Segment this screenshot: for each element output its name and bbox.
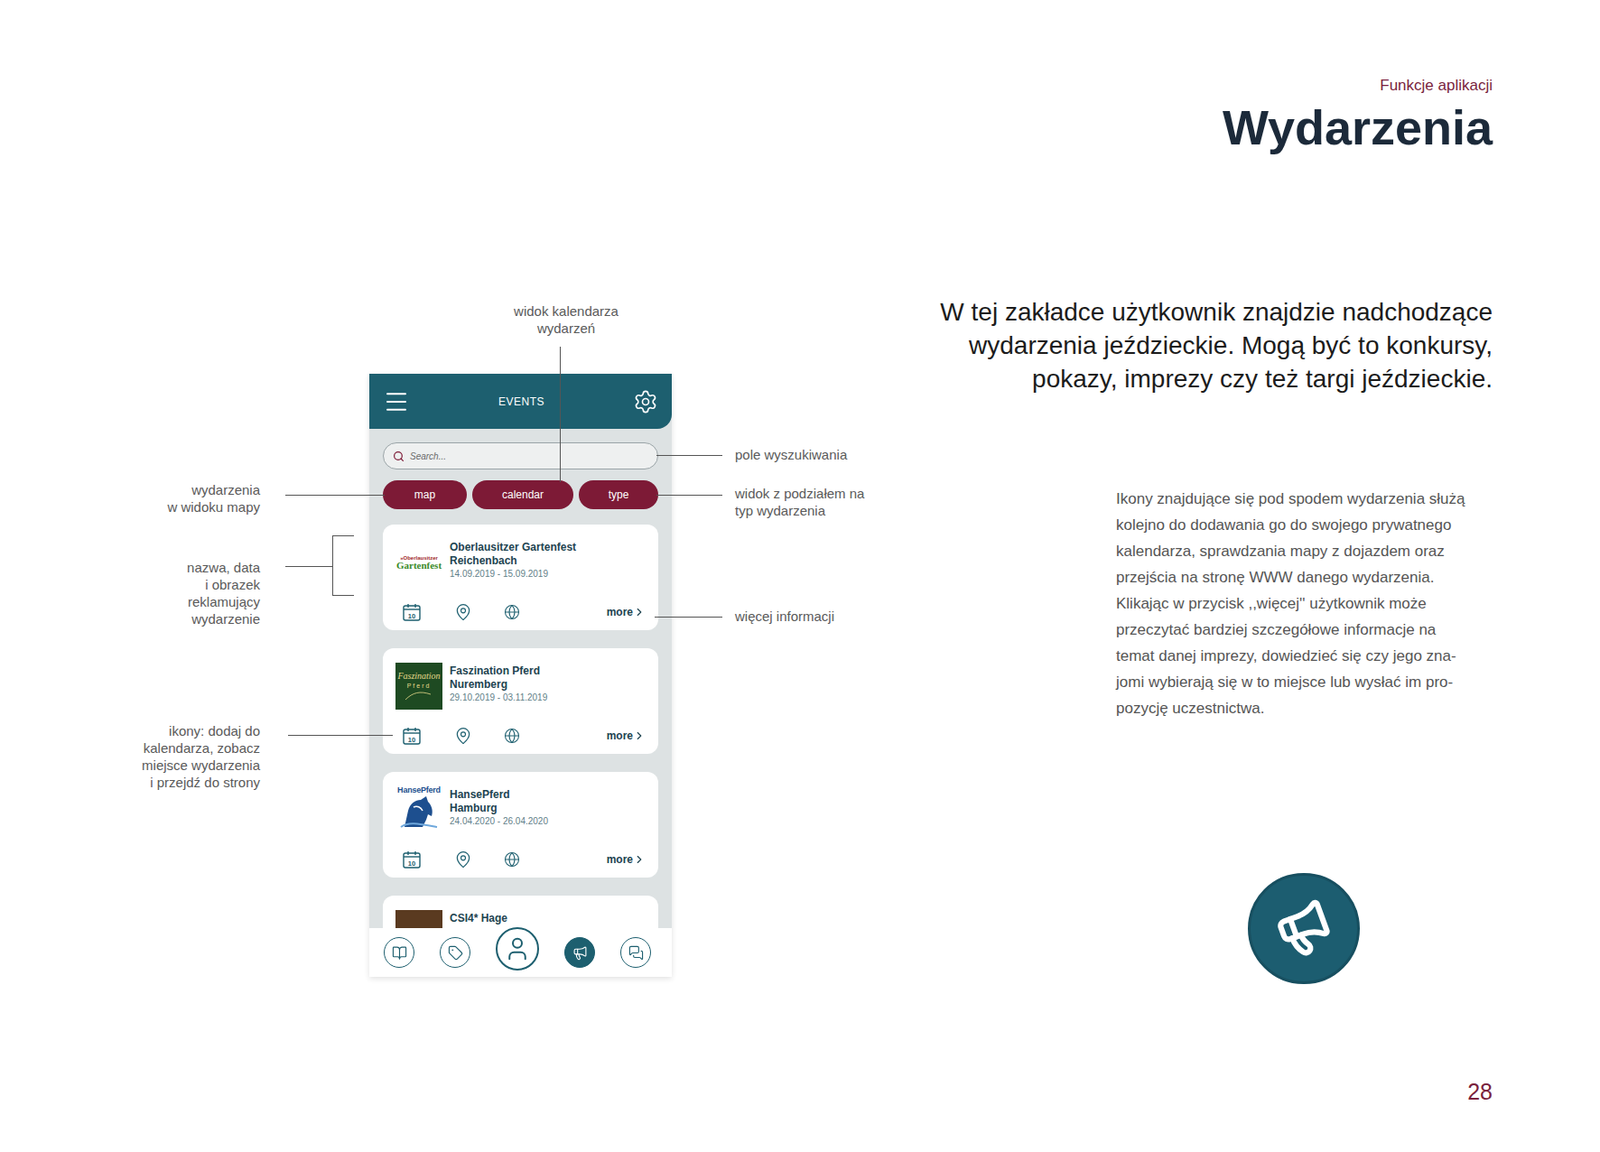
- megaphone-icon: [1267, 893, 1340, 965]
- page-number: 28: [1467, 1078, 1493, 1106]
- event-dates: 14.09.2019 - 15.09.2019: [449, 567, 577, 581]
- chevron-right-icon: [632, 729, 646, 743]
- callout-line: [332, 535, 354, 537]
- chat-icon: [628, 945, 644, 961]
- horse-line-icon: [403, 688, 435, 702]
- event-city: Reichenbach: [449, 554, 577, 568]
- section-label: Funkcje aplikacji: [1379, 75, 1493, 96]
- event-name: Faszination Pferd: [449, 664, 548, 679]
- event-name: CSI4* Hage: [449, 910, 508, 926]
- callout-line: [285, 494, 385, 496]
- svg-text:10: 10: [408, 612, 416, 621]
- search-field[interactable]: Search...: [382, 442, 659, 470]
- event-card[interactable]: FaszinationPferd Faszination PferdNurembe…: [382, 648, 659, 754]
- phone-mockup: EVENTS Search... mapcalendartype »Oberlausi…: [369, 373, 672, 977]
- more-button[interactable]: more: [606, 604, 646, 621]
- page-header: Funkcje aplikacji Wydarzenia: [0, 0, 1600, 155]
- map-pin-icon[interactable]: [454, 850, 473, 869]
- page-title: Wydarzenia: [1222, 100, 1493, 155]
- svg-text:10: 10: [408, 735, 416, 745]
- calendar-icon[interactable]: 10: [401, 725, 422, 746]
- page-footer: 28: [0, 1078, 1600, 1106]
- bottom-nav: [369, 928, 672, 977]
- gear-icon[interactable]: [632, 389, 659, 415]
- callout-icons: ikony: dodaj dokalendarza, zobaczmiejsce…: [141, 722, 261, 791]
- callout-card: nazwa, datai obrazekreklamującywydarzeni…: [186, 558, 261, 628]
- event-photo: [395, 910, 443, 929]
- chevron-right-icon: [632, 853, 646, 866]
- intro-headline: W tej zakładce użytkownik znajdzie nadch…: [939, 295, 1493, 396]
- callout-type: widok z podziałem natyp wydarzenia: [734, 484, 865, 520]
- horse-icon: [399, 794, 439, 829]
- globe-icon[interactable]: [503, 727, 521, 745]
- globe-icon[interactable]: [503, 851, 521, 868]
- nav-chat[interactable]: [620, 937, 652, 968]
- event-dates: 24.04.2020 - 26.04.2020: [449, 815, 549, 828]
- app-diagram: EVENTS Search... mapcalendartype »Oberlausi…: [117, 297, 840, 985]
- callout-calendar: widok kalendarzawydarzeń: [493, 302, 639, 337]
- map-pin-icon[interactable]: [454, 603, 473, 622]
- description: W tej zakładce użytkownik znajdzie nadch…: [839, 297, 1600, 985]
- event-dates: 29.10.2019 - 03.11.2019: [449, 691, 548, 705]
- nav-events[interactable]: [564, 937, 596, 968]
- intro-paragraph: Ikony znajdujące się pod spodem wydarzen…: [1116, 485, 1493, 722]
- event-name: HansePferd: [449, 788, 549, 802]
- callout-line: [656, 455, 723, 456]
- app-header: EVENTS: [369, 373, 672, 429]
- event-card[interactable]: HansePferdHansePferdHamburg24.04.2020 - …: [382, 772, 659, 878]
- callout-map: wydarzeniaw widoku mapy: [167, 481, 261, 516]
- header-title: EVENTS: [409, 393, 633, 410]
- filter-button[interactable]: map: [382, 480, 467, 510]
- guide-icon: [391, 945, 408, 961]
- calendar-icon[interactable]: 10: [401, 602, 422, 623]
- offers-icon: [447, 945, 464, 961]
- svg-text:10: 10: [408, 859, 416, 868]
- event-logo: HansePferd: [395, 786, 443, 834]
- nav-guide[interactable]: [383, 937, 415, 968]
- callout-line: [332, 535, 334, 596]
- event-city: Hamburg: [449, 801, 549, 816]
- events-icon: [572, 945, 588, 961]
- event-city: Nuremberg: [449, 678, 548, 692]
- callout-line: [559, 346, 561, 483]
- more-button[interactable]: more: [606, 727, 646, 745]
- callout-line: [285, 566, 333, 568]
- callout-line: [332, 595, 354, 596]
- callout-search: pole wyszukiwania: [734, 446, 847, 464]
- callout-more: więcej informacji: [734, 607, 835, 625]
- calendar-icon[interactable]: 10: [401, 849, 422, 870]
- page-body: EVENTS Search... mapcalendartype »Oberlausi…: [0, 297, 1600, 985]
- event-name: Oberlausitzer Gartenfest: [449, 540, 577, 555]
- map-pin-icon[interactable]: [454, 726, 473, 745]
- profile-icon: [503, 935, 531, 963]
- callout-line: [656, 494, 723, 496]
- more-button[interactable]: more: [606, 851, 646, 868]
- nav-profile[interactable]: [495, 927, 540, 971]
- chevron-right-icon: [632, 605, 646, 619]
- events-list: Search... mapcalendartype »OberlausitzerGa…: [369, 428, 672, 929]
- document-page: Funkcje aplikacji Wydarzenia EVENTS Search.…: [0, 0, 1600, 1152]
- menu-icon[interactable]: [382, 388, 410, 416]
- nav-offers[interactable]: [439, 937, 471, 968]
- callout-line: [288, 734, 393, 736]
- event-logo: »OberlausitzerGartenfest: [395, 539, 443, 587]
- filter-button[interactable]: type: [578, 480, 659, 510]
- event-logo: FaszinationPferd: [395, 662, 443, 710]
- event-card-partial[interactable]: CSI4* Hage: [382, 895, 659, 929]
- filter-button[interactable]: calendar: [472, 480, 574, 510]
- events-badge: [1247, 873, 1360, 985]
- callout-line: [654, 616, 723, 618]
- search-icon: [392, 450, 405, 463]
- event-card[interactable]: »OberlausitzerGartenfest Oberlausitzer Ga…: [382, 524, 659, 631]
- globe-icon[interactable]: [503, 604, 521, 621]
